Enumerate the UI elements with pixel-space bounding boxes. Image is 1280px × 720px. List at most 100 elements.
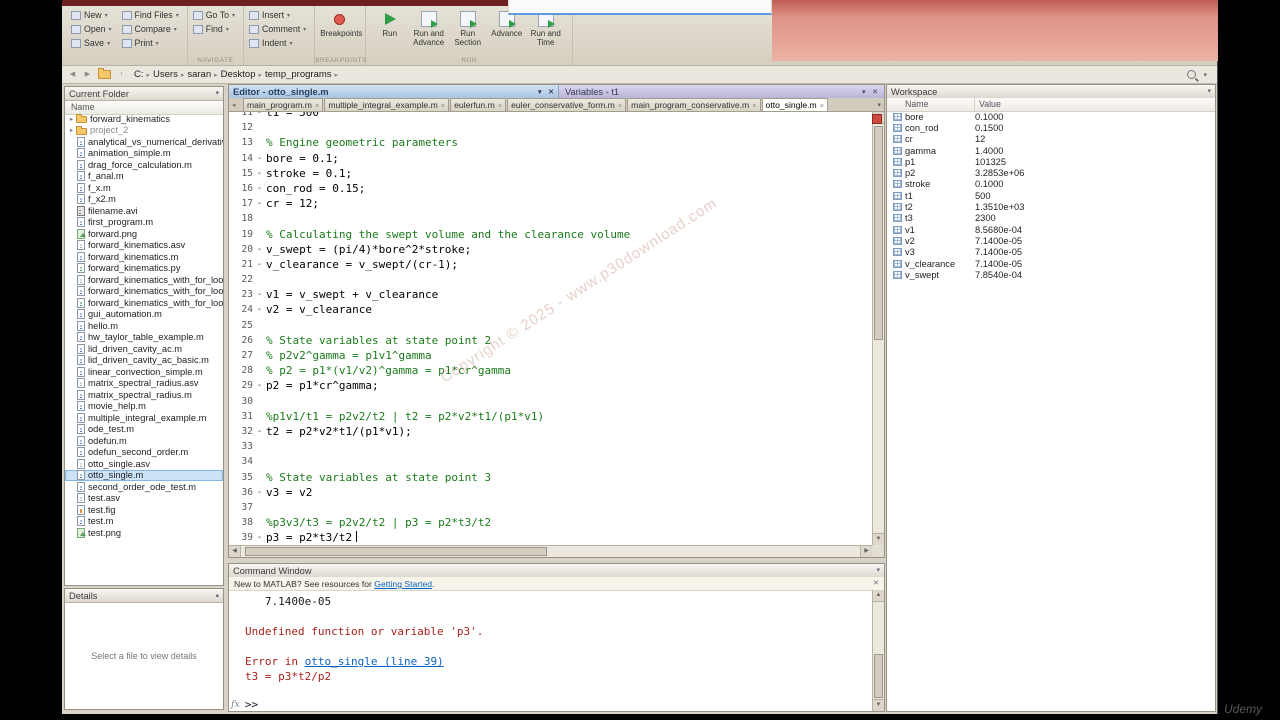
close-icon[interactable]: ×: [618, 101, 622, 110]
scroll-down-icon[interactable]: ▼: [873, 533, 884, 545]
file-item[interactable]: ▸forward_kinematics: [65, 113, 223, 125]
code-line[interactable]: 18: [229, 211, 872, 226]
file-item[interactable]: lid_driven_cavity_ac_basic.m: [65, 355, 223, 367]
close-icon[interactable]: ✕: [873, 578, 879, 590]
workspace-row[interactable]: p23.2853e+06: [887, 167, 1215, 178]
workspace-row[interactable]: v_swept7.8540e-04: [887, 269, 1215, 280]
code-line[interactable]: 27% p2v2^gamma = p1v1^gamma: [229, 348, 872, 363]
chevron-down-icon[interactable]: ▾: [1203, 71, 1207, 79]
code-line[interactable]: 36-v3 = v2: [229, 485, 872, 500]
workspace-row[interactable]: p1101325: [887, 156, 1215, 167]
command-scrollbar[interactable]: ▲ ▼: [872, 590, 884, 711]
variables-title[interactable]: Variables - t1 ▾ ✕: [559, 85, 884, 98]
file-item[interactable]: movie_help.m: [65, 401, 223, 413]
up-one-level-button[interactable]: ↑: [115, 68, 128, 81]
code-line[interactable]: 12: [229, 120, 872, 135]
code-line[interactable]: 20-v_swept = (pi/4)*bore^2*stroke;: [229, 242, 872, 257]
code-line[interactable]: 35% State variables at state point 3: [229, 470, 872, 485]
file-item[interactable]: hello.m: [65, 320, 223, 332]
file-item[interactable]: filename.avi: [65, 205, 223, 217]
ribbon-button-compare[interactable]: Compare▾: [122, 22, 179, 36]
file-item[interactable]: forward_kinematics_with_for_loop.m: [65, 286, 223, 298]
file-item[interactable]: ▸project_2: [65, 125, 223, 137]
code-line[interactable]: 22: [229, 272, 872, 287]
collapse-icon[interactable]: ▴: [215, 590, 219, 602]
file-item[interactable]: matrix_spectral_radius.m: [65, 389, 223, 401]
code-line[interactable]: 21-v_clearance = v_swept/(cr-1);: [229, 257, 872, 272]
code-line[interactable]: 19% Calculating the swept volume and the…: [229, 227, 872, 242]
close-icon[interactable]: ✕: [872, 89, 878, 96]
file-item[interactable]: second_order_ode_test.m: [65, 481, 223, 493]
file-item[interactable]: forward_kinematics.m: [65, 251, 223, 263]
breadcrumb-segment[interactable]: Users: [153, 69, 178, 80]
close-icon[interactable]: ×: [315, 101, 319, 110]
code-line[interactable]: 17-cr = 12;: [229, 196, 872, 211]
code-analyzer-indicator[interactable]: [872, 114, 882, 124]
browse-folder-icon[interactable]: [98, 70, 111, 79]
file-item[interactable]: f_anal.m: [65, 171, 223, 183]
workspace-row[interactable]: t32300: [887, 213, 1215, 224]
file-item[interactable]: odefun.m: [65, 435, 223, 447]
code-line[interactable]: 33: [229, 439, 872, 454]
tab-otto-single-m[interactable]: otto_single.m×: [762, 98, 829, 111]
ribbon-button-open[interactable]: Open▾: [71, 22, 112, 36]
file-item[interactable]: test.fig: [65, 504, 223, 516]
panel-menu-icon[interactable]: ▾: [1207, 86, 1211, 98]
command-output[interactable]: 7.1400e-05 Undefined function or variabl…: [229, 590, 872, 698]
editor-vertical-scrollbar[interactable]: ▲ ▼: [872, 112, 884, 545]
file-item[interactable]: otto_single.m: [65, 470, 223, 482]
ribbon-button-find-files[interactable]: Find Files▾: [122, 8, 179, 22]
tab-eulerfun-m[interactable]: eulerfun.m×: [450, 98, 506, 111]
file-item[interactable]: test.asv: [65, 493, 223, 505]
tab-main-program-m[interactable]: main_program.m×: [243, 98, 323, 111]
ribbon-button-new[interactable]: New▾: [71, 8, 112, 22]
file-item[interactable]: gui_automation.m: [65, 309, 223, 321]
code-line[interactable]: 14-bore = 0.1;: [229, 151, 872, 166]
command-prompt[interactable]: fx >>: [231, 698, 258, 711]
code-line[interactable]: 26% State variables at state point 2: [229, 333, 872, 348]
scrollbar-thumb[interactable]: [874, 126, 883, 340]
file-item[interactable]: first_program.m: [65, 217, 223, 229]
code-line[interactable]: 39-p3 = p2*t3/t2: [229, 530, 872, 545]
close-icon[interactable]: ×: [498, 101, 502, 110]
close-icon[interactable]: ×: [820, 101, 824, 110]
file-item[interactable]: forward_kinematics_with_for_loop.asv: [65, 274, 223, 286]
ribbon-button-run[interactable]: Run: [371, 8, 408, 47]
code-line[interactable]: 38%p3v3/t3 = p2v2/t2 | p3 = p2*t3/t2: [229, 515, 872, 530]
workspace-row[interactable]: v37.1400e-05: [887, 247, 1215, 258]
code-line[interactable]: 29-p2 = p1*cr^gamma;: [229, 378, 872, 393]
file-item[interactable]: forward_kinematics.py: [65, 263, 223, 275]
file-item[interactable]: f_x2.m: [65, 194, 223, 206]
chevron-down-icon[interactable]: ▾: [538, 89, 542, 96]
forward-button[interactable]: ▶: [81, 68, 94, 81]
tab-scroll-left-icon[interactable]: ◂: [232, 101, 236, 109]
chevron-down-icon[interactable]: ▾: [862, 89, 866, 96]
workspace-row[interactable]: t21.3510e+03: [887, 201, 1215, 212]
workspace-row[interactable]: v18.5680e-04: [887, 224, 1215, 235]
tab-main-program-conservative-m[interactable]: main_program_conservative.m×: [627, 98, 760, 111]
code-line[interactable]: 16-con_rod = 0.15;: [229, 181, 872, 196]
file-item[interactable]: forward.png: [65, 228, 223, 240]
tab-multiple-integral-example-m[interactable]: multiple_integral_example.m×: [324, 98, 449, 111]
file-item[interactable]: test.png: [65, 527, 223, 539]
breadcrumb-segment[interactable]: C:: [134, 69, 144, 80]
close-icon[interactable]: ×: [441, 101, 445, 110]
code-line[interactable]: 24-v2 = v_clearance: [229, 302, 872, 317]
scroll-left-icon[interactable]: ◀: [229, 546, 241, 557]
file-item[interactable]: lid_driven_cavity_ac.m: [65, 343, 223, 355]
error-link[interactable]: otto_single (line 39): [305, 655, 444, 668]
file-item[interactable]: forward_kinematics.asv: [65, 240, 223, 252]
scroll-right-icon[interactable]: ▶: [860, 546, 872, 557]
file-item[interactable]: multiple_integral_example.m: [65, 412, 223, 424]
ribbon-button-run-section[interactable]: Run Section: [449, 8, 486, 47]
ribbon-button-print[interactable]: Print▾: [122, 36, 179, 50]
tab-euler-conservative-form-m[interactable]: euler_conservative_form.m×: [507, 98, 626, 111]
workspace-row[interactable]: con_rod0.1500: [887, 122, 1215, 133]
code-line[interactable]: 25: [229, 318, 872, 333]
ribbon-button-comment[interactable]: Comment▾: [249, 22, 306, 36]
ribbon-button-insert[interactable]: Insert▾: [249, 8, 306, 22]
file-item[interactable]: hw_taylor_table_example.m: [65, 332, 223, 344]
breadcrumb-segment[interactable]: temp_programs: [265, 69, 332, 80]
ribbon-button-save[interactable]: Save▾: [71, 36, 112, 50]
editor-title[interactable]: Editor - otto_single.m ▾ ✕: [229, 85, 559, 98]
